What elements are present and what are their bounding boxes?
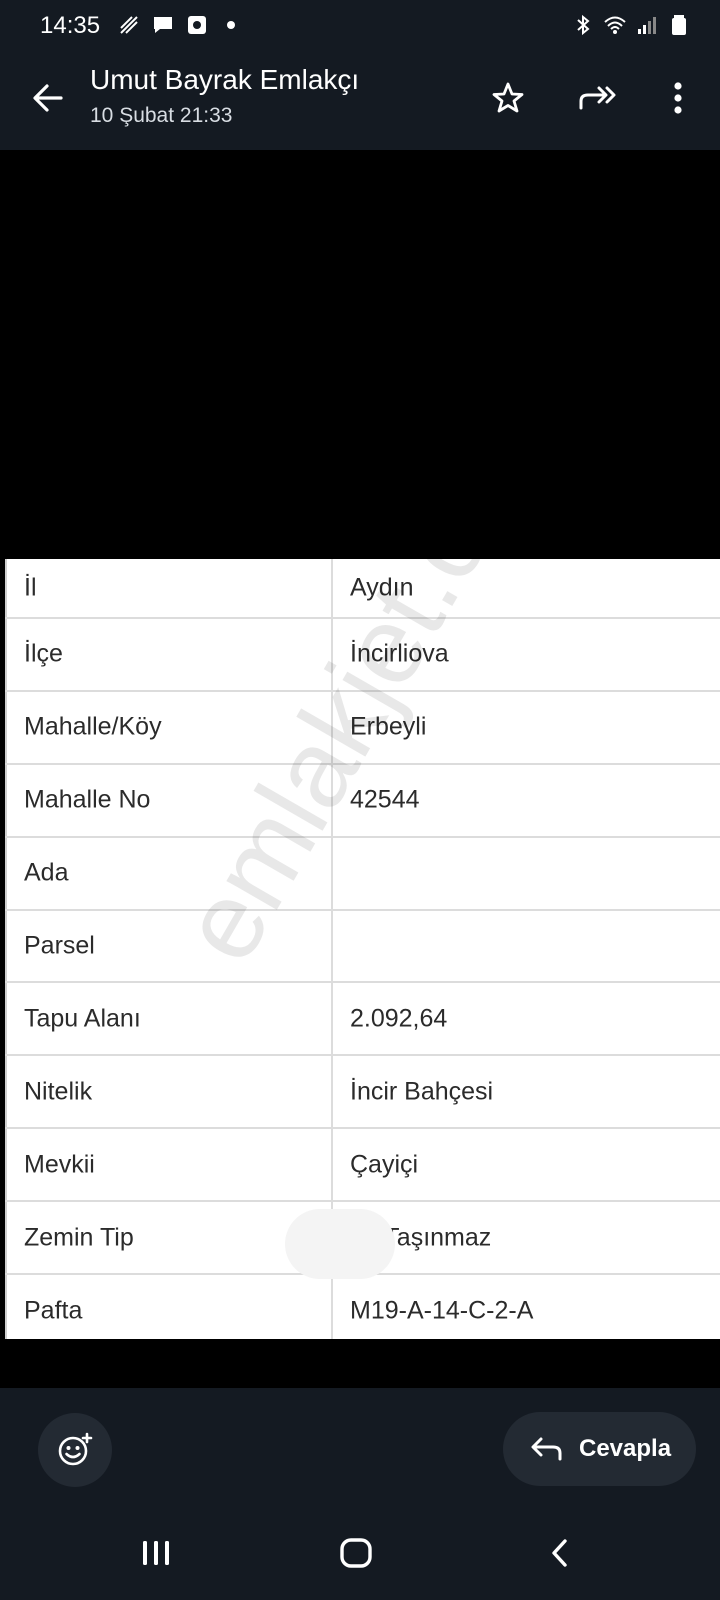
app-icon: [188, 16, 206, 34]
table-row: Ada: [5, 838, 720, 911]
status-icons-right: [572, 14, 690, 36]
redaction-smudge: [285, 1209, 395, 1279]
row-label: Parsel: [24, 931, 95, 960]
reply-button[interactable]: Cevapla: [503, 1412, 696, 1486]
more-options-button[interactable]: [652, 72, 704, 124]
emoji-reaction-button[interactable]: [38, 1413, 112, 1487]
row-label: Mahalle No: [24, 785, 151, 814]
dot-icon: [227, 21, 235, 29]
row-label: Mevkii: [24, 1150, 95, 1179]
battery-icon: [672, 15, 686, 35]
image-viewer[interactable]: İl Aydın İlçe İncirliova Mahalle/Köy Erb…: [0, 150, 720, 1388]
home-icon: [340, 1538, 372, 1568]
message-timestamp: 10 Şubat 21:33: [90, 104, 233, 127]
table-row: Nitelik İncir Bahçesi: [5, 1056, 720, 1130]
status-bar: 14:35: [0, 0, 720, 52]
bluetooth-icon: [577, 14, 590, 36]
status-time: 14:35: [40, 12, 101, 39]
row-value: M19-A-14-C-2-A: [350, 1296, 534, 1325]
back-button[interactable]: [22, 72, 74, 124]
system-nav-bar: [0, 1508, 720, 1600]
row-label: Nitelik: [24, 1077, 93, 1106]
favorite-button[interactable]: [482, 72, 534, 124]
forward-icon: [579, 86, 616, 110]
signal-icon: [638, 17, 656, 34]
row-label: Pafta: [24, 1296, 83, 1325]
row-value: İncir Bahçesi: [350, 1077, 494, 1106]
row-label: İlçe: [24, 639, 63, 668]
reply-label: Cevapla: [579, 1435, 672, 1462]
app-bar: Umut Bayrak Emlakçı 10 Şubat 21:33: [0, 52, 720, 150]
row-label: Tapu Alanı: [24, 1004, 141, 1033]
table-row: Mevkii Çayiçi: [5, 1129, 720, 1203]
recents-button[interactable]: [126, 1528, 186, 1578]
table-row: Tapu Alanı 2.092,64: [5, 983, 720, 1057]
status-icons-left: [118, 14, 242, 36]
chat-icon: [154, 17, 172, 33]
conversation-title: Umut Bayrak Emlakçı: [90, 64, 360, 95]
notification-off-icon: [120, 16, 138, 34]
row-value: Çayiçi: [350, 1150, 419, 1179]
forward-button[interactable]: [572, 72, 624, 124]
row-value: 2.092,64: [350, 1004, 448, 1033]
table-row: Parsel: [5, 911, 720, 984]
nav-back-button[interactable]: [530, 1528, 590, 1578]
row-label: Mahalle/Köy: [24, 712, 162, 741]
reply-icon: [531, 1437, 562, 1461]
back-arrow-icon: [33, 84, 63, 112]
table-row: Pafta M19-A-14-C-2-A: [5, 1275, 720, 1339]
star-icon: [492, 82, 524, 113]
row-label: İl: [24, 573, 37, 602]
home-button[interactable]: [326, 1528, 386, 1578]
recents-icon: [143, 1541, 169, 1565]
emoji-add-icon: [58, 1432, 93, 1466]
row-label: Ada: [24, 858, 69, 887]
more-vert-icon: [674, 82, 682, 114]
shared-image[interactable]: İl Aydın İlçe İncirliova Mahalle/Köy Erb…: [5, 559, 720, 1339]
bottom-action-bar: Cevapla: [0, 1388, 720, 1508]
row-label: Zemin Tip: [24, 1223, 134, 1252]
nav-back-icon: [552, 1539, 567, 1567]
wifi-icon: [604, 16, 626, 34]
